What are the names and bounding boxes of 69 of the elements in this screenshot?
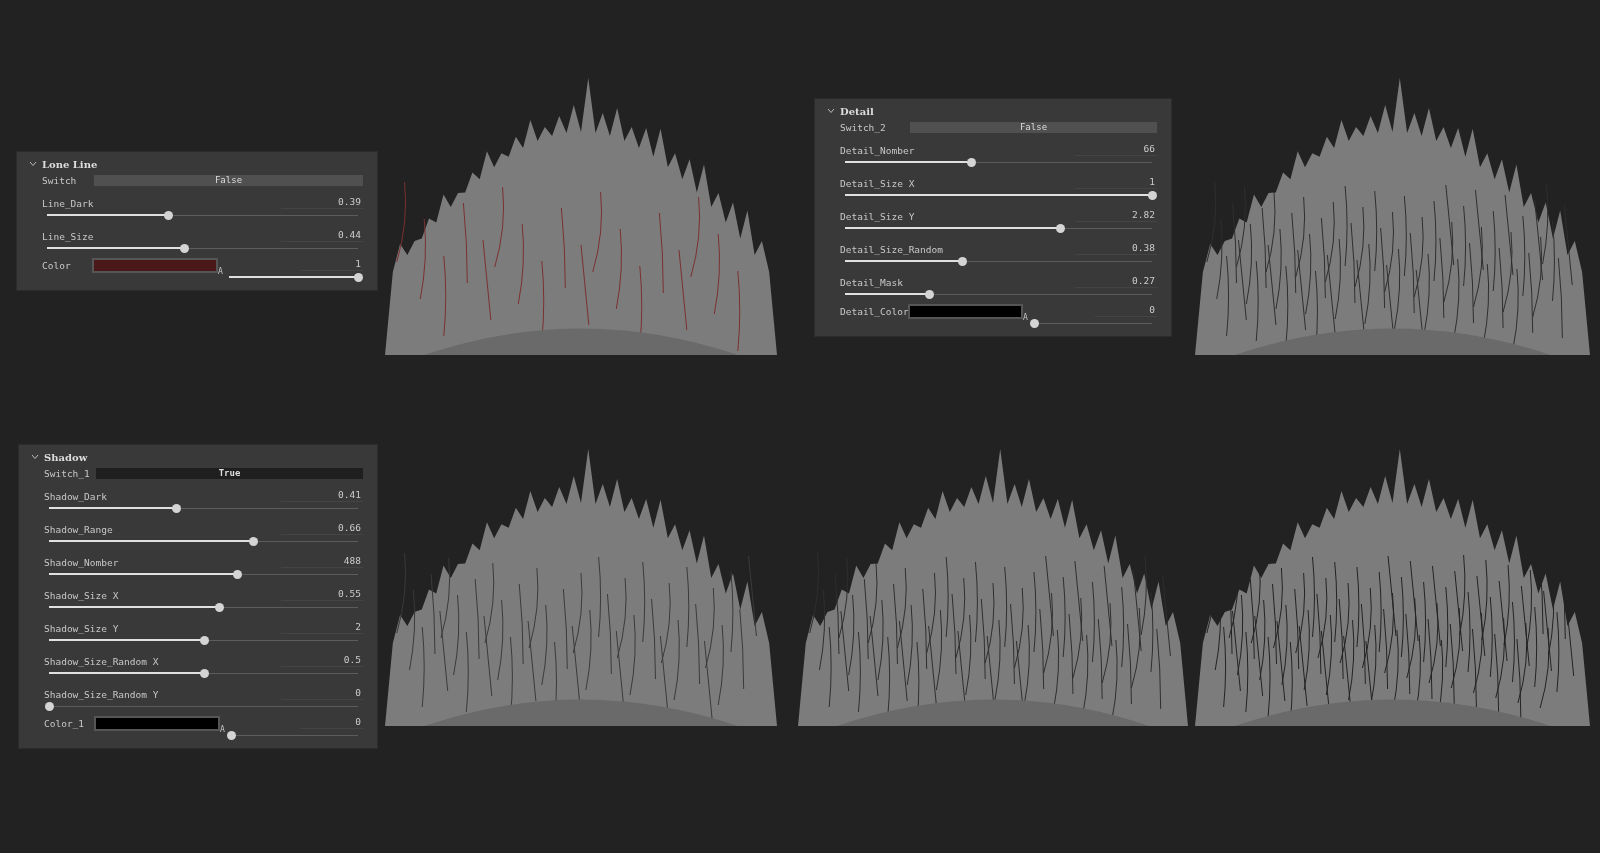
value-field[interactable]: 0.5 <box>281 654 363 667</box>
value-field[interactable]: 0.38 <box>1075 242 1157 255</box>
slider-thumb[interactable] <box>966 158 976 167</box>
slider-thumb[interactable] <box>925 290 935 299</box>
property-label: Detail_Size_Random <box>840 244 943 255</box>
property-label: Color <box>42 259 72 271</box>
slider-thumb[interactable] <box>164 211 174 220</box>
property-label: Switch_1 <box>44 468 90 479</box>
slider-thumb[interactable] <box>199 636 209 645</box>
section-title[interactable]: Detail <box>840 105 874 117</box>
slider-thumb[interactable] <box>1030 319 1039 328</box>
property-label: Shadow_Size_Random X <box>44 656 159 667</box>
slider-thumb[interactable] <box>233 570 243 579</box>
slider-thumb[interactable] <box>227 731 236 740</box>
property-label: Detail_Size Y <box>840 211 915 222</box>
property-label: Shadow_Size_Random Y <box>44 689 159 700</box>
color-swatch[interactable] <box>94 716 220 731</box>
slider-thumb[interactable] <box>1148 191 1157 200</box>
slider-thumb[interactable] <box>957 257 967 266</box>
property-label: Switch <box>42 175 78 186</box>
value-field[interactable]: 0.39 <box>281 196 363 209</box>
slider-thumb[interactable] <box>45 702 54 711</box>
property-label: Line_Size <box>42 231 94 242</box>
property-label: Shadow_Range <box>44 524 113 535</box>
slider-thumb[interactable] <box>199 669 209 678</box>
slider-thumb[interactable] <box>248 537 258 546</box>
alpha-label: A <box>220 724 226 734</box>
value-field[interactable]: 0 <box>301 716 363 729</box>
value-field[interactable]: 1 <box>1075 176 1157 189</box>
chevron-down-icon[interactable] <box>31 454 39 460</box>
toggle-button[interactable]: True <box>96 468 363 479</box>
slider-thumb[interactable] <box>1055 224 1065 233</box>
section-title[interactable]: Lone Line <box>42 158 98 170</box>
slider-thumb[interactable] <box>354 273 363 282</box>
value-field[interactable]: 488 <box>281 555 363 568</box>
toggle-button[interactable]: False <box>94 175 363 186</box>
property-label: Detail_Mask <box>840 277 903 288</box>
slider-thumb[interactable] <box>179 244 189 253</box>
slider-thumb[interactable] <box>214 603 224 612</box>
property-label: Line_Dark <box>42 198 94 209</box>
chevron-down-icon[interactable] <box>29 161 37 167</box>
value-field[interactable]: 2 <box>281 621 363 634</box>
value-field[interactable]: 0 <box>281 687 363 700</box>
property-label: Color_1 <box>44 717 86 729</box>
section-title[interactable]: Shadow <box>44 451 88 463</box>
value-field[interactable]: 0.44 <box>281 229 363 242</box>
value-field[interactable]: 0.55 <box>281 588 363 601</box>
value-field[interactable]: 2.82 <box>1075 209 1157 222</box>
value-field[interactable]: 1 <box>301 258 363 271</box>
value-field[interactable]: 0.66 <box>281 522 363 535</box>
value-field[interactable]: 66 <box>1075 143 1157 156</box>
property-label: Shadow_Dark <box>44 491 107 502</box>
property-label: Detail_Size X <box>840 178 915 189</box>
chevron-down-icon[interactable] <box>827 108 835 114</box>
value-field[interactable]: 0.41 <box>281 489 363 502</box>
value-field[interactable]: 0 <box>1095 304 1157 317</box>
value-field[interactable]: 0.27 <box>1075 275 1157 288</box>
property-label: Shadow_Size Y <box>44 623 119 634</box>
color-swatch[interactable] <box>908 304 1023 319</box>
property-label: Detail_Color <box>840 305 908 317</box>
slider-thumb[interactable] <box>171 504 181 513</box>
color-swatch[interactable] <box>92 258 218 273</box>
property-label: Switch_2 <box>840 122 887 133</box>
toggle-button[interactable]: False <box>910 122 1157 133</box>
property-label: Shadow_Size X <box>44 590 119 601</box>
alpha-label: A <box>218 266 224 276</box>
alpha-label: A <box>1023 312 1029 322</box>
property-label: Shadow_Nomber <box>44 557 119 568</box>
property-label: Detail_Nomber <box>840 145 915 156</box>
